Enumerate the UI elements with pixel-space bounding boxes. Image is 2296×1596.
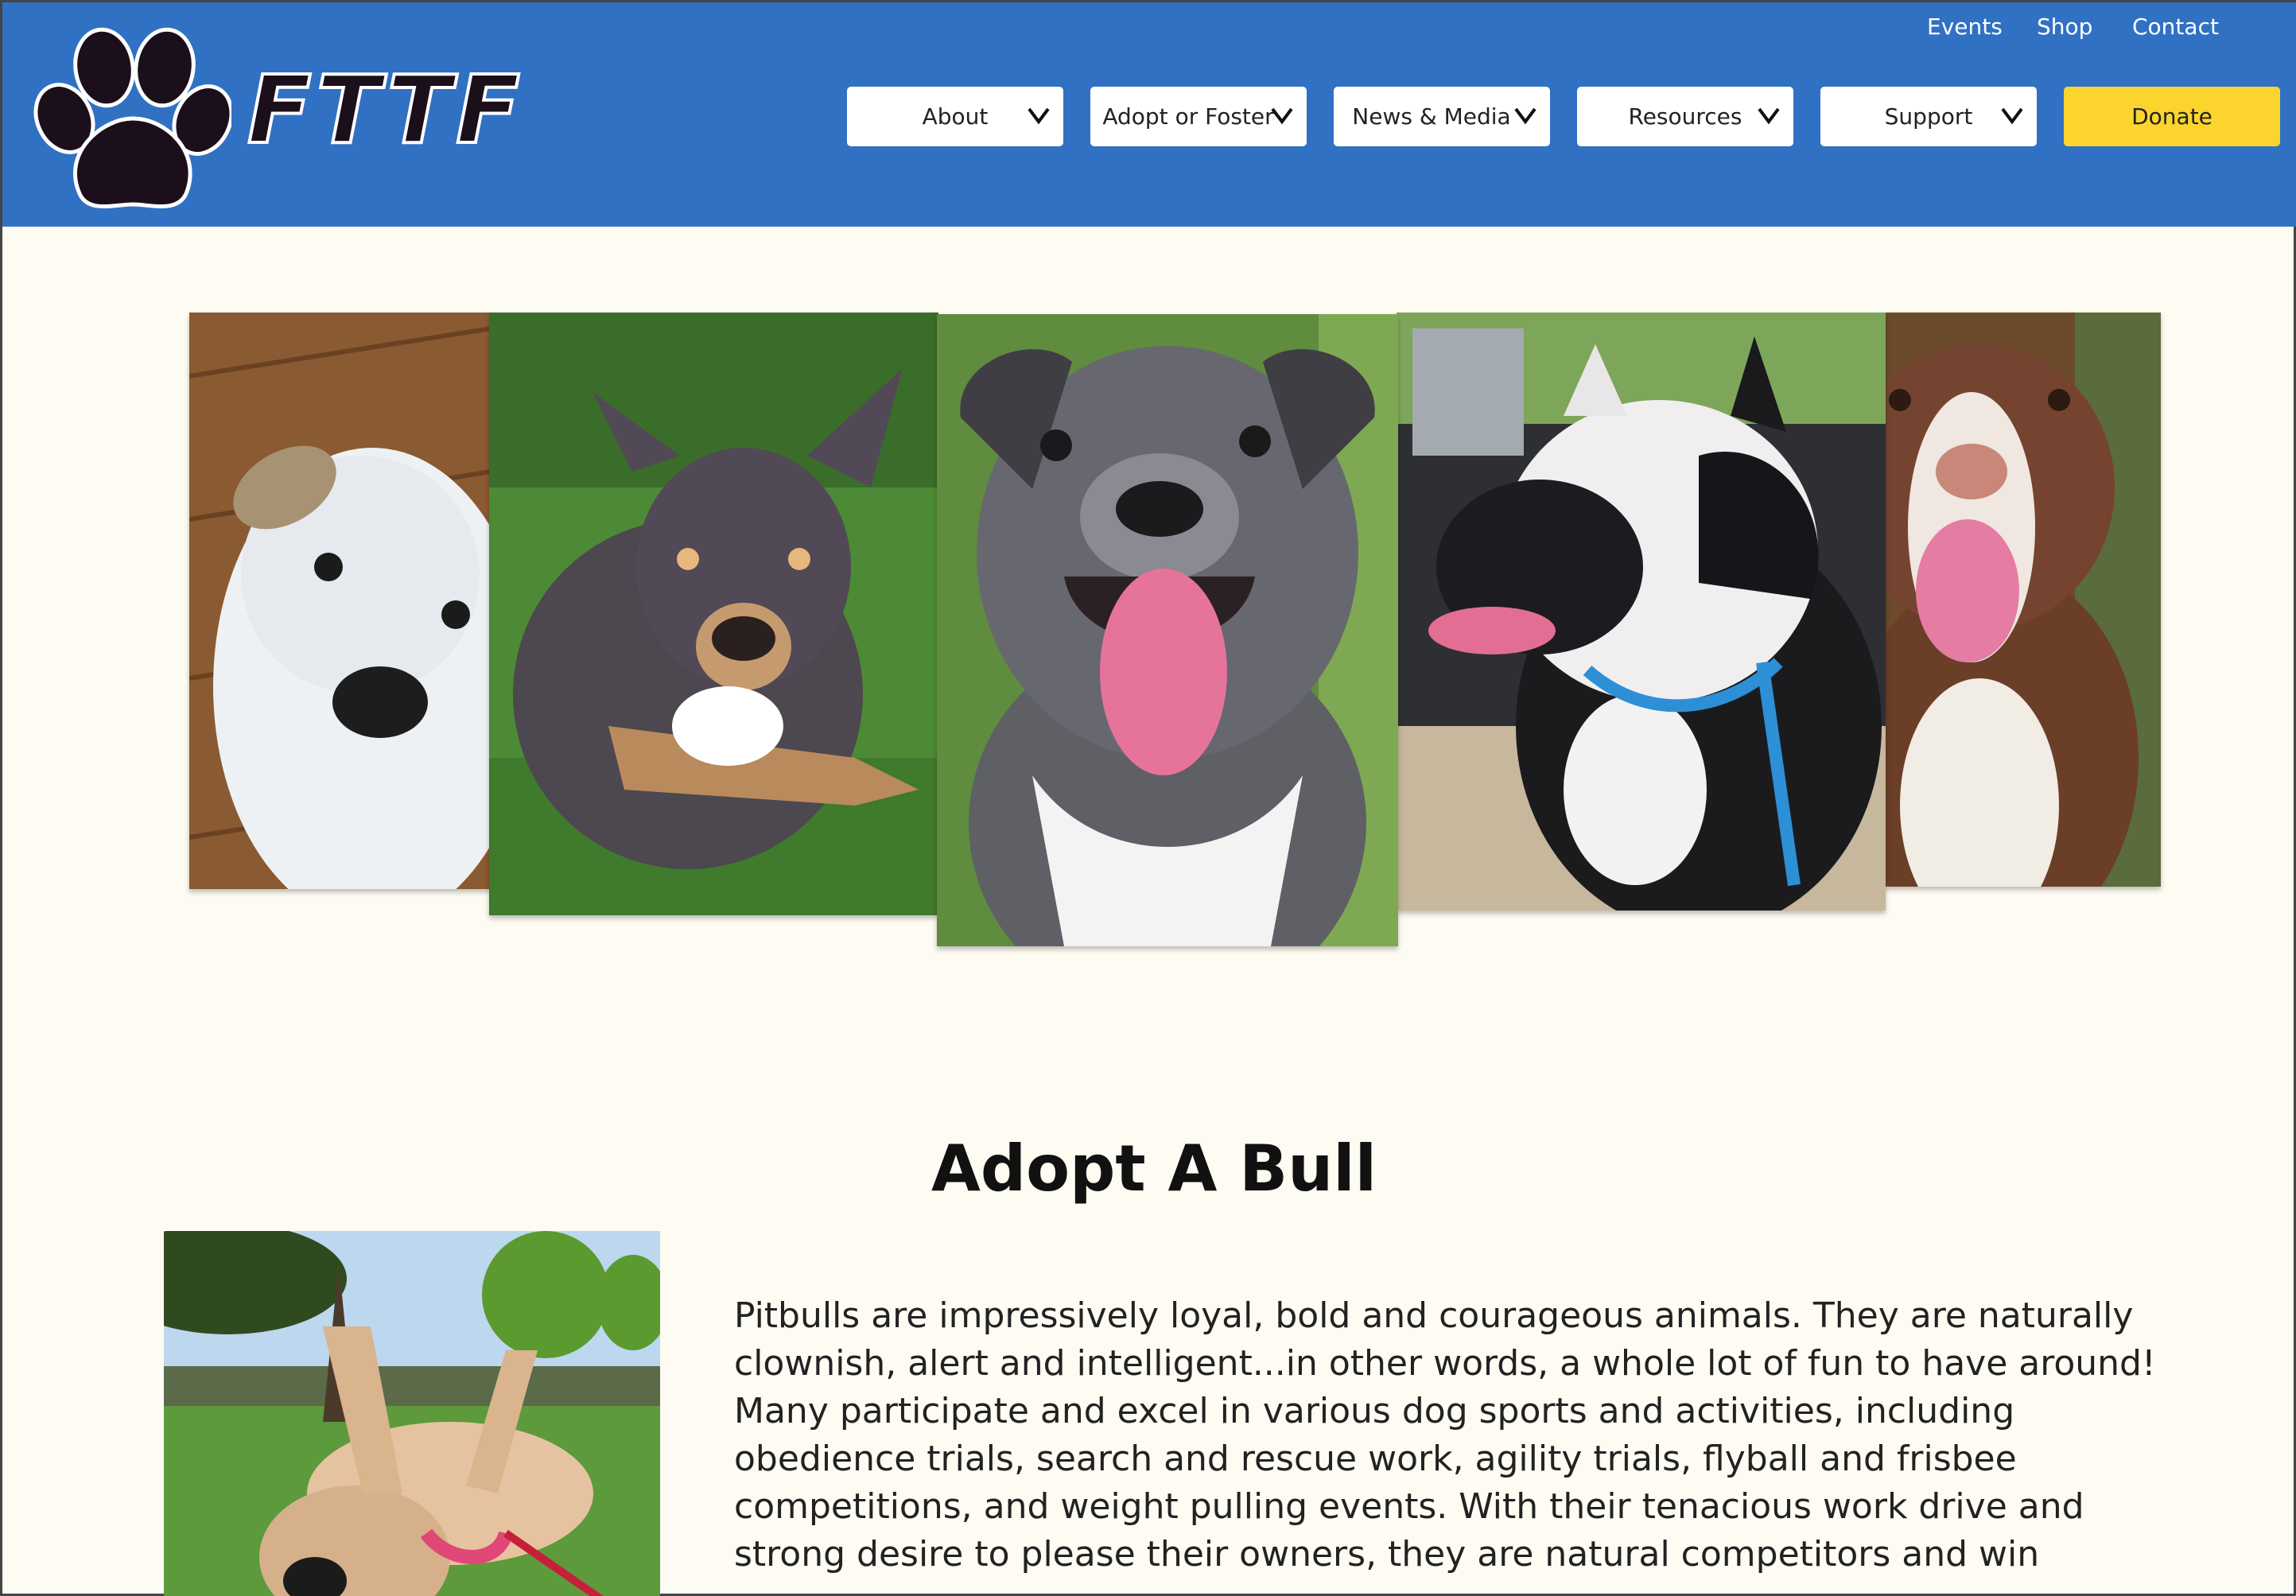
nav-news-media-dropdown[interactable]: News & Media (1334, 87, 1550, 146)
page-heading: Adopt A Bull (931, 1132, 1377, 1206)
white-puppy-image (189, 313, 491, 889)
nav-adopt-foster-dropdown[interactable]: Adopt or Foster (1090, 87, 1307, 146)
gray-puppy-image (937, 314, 1398, 946)
gray-puppy-smiling-photo[interactable] (937, 314, 1398, 946)
chevron-down-icon (1514, 107, 1536, 125)
brindle-dog-image (489, 313, 938, 915)
brown-white-dog-photo[interactable] (1884, 313, 2161, 887)
paw-logo-icon[interactable] (31, 25, 231, 216)
chevron-down-icon (1271, 107, 1293, 125)
black-white-dog-image (1397, 313, 1886, 911)
nav-resources-label: Resources (1628, 103, 1742, 130)
donate-button[interactable]: Donate (2064, 87, 2280, 146)
nav-about-dropdown[interactable]: About (847, 87, 1063, 146)
chevron-down-icon (1758, 107, 1780, 125)
nav-news-media-label: News & Media (1352, 103, 1511, 130)
nav-support-dropdown[interactable]: Support (1820, 87, 2037, 146)
nav-about-label: About (922, 103, 989, 130)
shop-link[interactable]: Shop (2037, 14, 2092, 40)
nav-resources-dropdown[interactable]: Resources (1577, 87, 1793, 146)
dog-rolling-image (164, 1231, 660, 1596)
white-puppy-photo[interactable] (189, 313, 491, 889)
intro-paragraph: Pitbulls are impressively loyal, bold an… (734, 1295, 2156, 1575)
dog-rolling-on-grass-photo[interactable] (164, 1231, 660, 1596)
nav-adopt-foster-label: Adopt or Foster (1102, 103, 1274, 130)
chevron-down-icon (2001, 107, 2023, 125)
chevron-down-icon (1028, 107, 1050, 125)
black-white-dog-in-car-photo[interactable] (1397, 313, 1886, 911)
brown-white-dog-image (1884, 313, 2161, 887)
events-link[interactable]: Events (1927, 14, 2003, 40)
site-header: FTTF Events Shop Contact About Adopt or … (2, 2, 2296, 227)
contact-link[interactable]: Contact (2132, 14, 2219, 40)
nav-support-label: Support (1884, 103, 1973, 130)
logo-wordmark[interactable]: FTTF (246, 61, 525, 158)
brindle-dog-on-grass-photo[interactable] (489, 313, 938, 915)
